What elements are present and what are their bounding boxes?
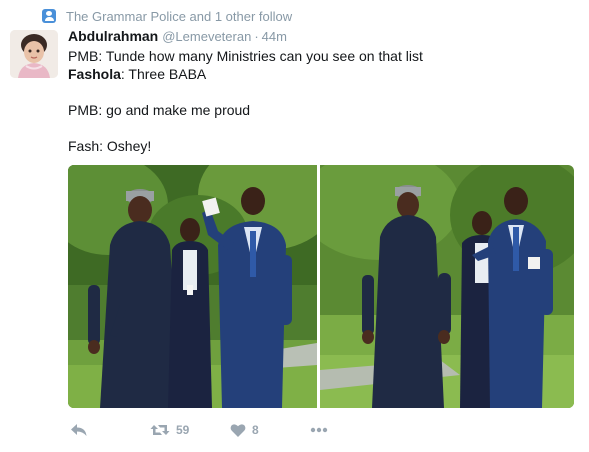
speaker-name: Fashola	[68, 66, 121, 82]
retweet-count: 59	[176, 423, 190, 437]
line-break	[68, 83, 578, 101]
social-context: The Grammar Police and 1 other follow	[42, 8, 292, 24]
like-count: 8	[252, 423, 259, 437]
retweet-icon	[150, 425, 170, 435]
tweet-line: PMB: Tunde how many Ministries can you s…	[68, 48, 423, 64]
reply-button[interactable]	[70, 421, 88, 439]
tweet-line: PMB: go and make me proud	[68, 102, 251, 118]
tweet-line-rest: : Three BABA	[120, 66, 207, 82]
line-break	[68, 119, 578, 137]
tweet-text: PMB: Tunde how many Ministries can you s…	[68, 47, 578, 155]
tweet-media	[68, 165, 574, 408]
retweet-button[interactable]: 59	[150, 421, 189, 439]
reply-icon	[71, 424, 87, 436]
tweet-line: Fash: Oshey!	[68, 138, 152, 154]
tweet-timestamp[interactable]: 44m	[262, 29, 287, 44]
tweet-actions: 59 8	[68, 421, 368, 439]
more-button[interactable]	[310, 421, 328, 439]
author-handle[interactable]: @Lemeveteran	[162, 29, 251, 44]
header-separator: ·	[254, 29, 259, 44]
more-dots-icon	[310, 427, 328, 433]
photo-right[interactable]	[320, 165, 574, 408]
social-context-text[interactable]: The Grammar Police and 1 other follow	[66, 9, 292, 24]
author-name[interactable]: Abdulrahman	[68, 28, 158, 44]
like-button[interactable]: 8	[230, 421, 259, 439]
tweet-header: Abdulrahman @Lemeveteran · 44m	[68, 28, 287, 46]
photo-left[interactable]	[68, 165, 317, 408]
heart-icon	[230, 423, 246, 437]
person-follow-icon	[42, 9, 56, 23]
tweet-line: Fashola: Three BABA	[68, 65, 578, 83]
avatar[interactable]	[10, 30, 58, 78]
